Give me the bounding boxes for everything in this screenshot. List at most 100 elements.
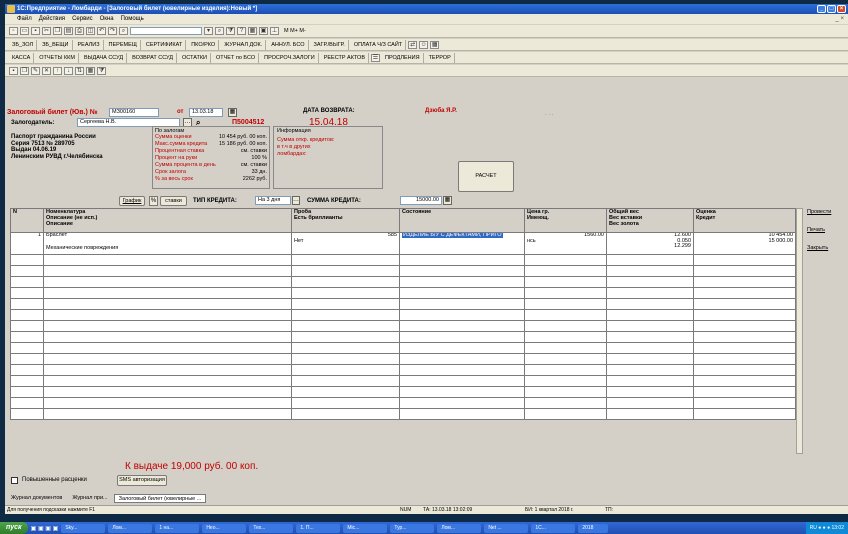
cut-icon[interactable]: ✂ (42, 27, 51, 35)
menu-actions[interactable]: Действия (39, 14, 65, 24)
tb-zb-zol[interactable]: ЗБ_ЗОЛ (9, 39, 38, 50)
sms-auth-button[interactable]: SMS авторизация (117, 475, 167, 486)
memory-buttons[interactable]: М М+ М- (281, 28, 306, 34)
taskbar-item[interactable]: Нео... (202, 523, 247, 533)
maximize-button[interactable]: □ (827, 5, 836, 13)
grid-icon[interactable]: ▦ (430, 40, 440, 49)
cell-proba[interactable]: 585 Нет (291, 232, 400, 255)
credit-type-select-icon[interactable]: … (292, 196, 300, 205)
calc-icon[interactable]: ▣ (259, 27, 268, 35)
quicklaunch-icons[interactable]: ▣ ▣ ▣ ▣ (31, 525, 59, 532)
menu-file[interactable]: Файл (17, 14, 32, 24)
table-row[interactable] (10, 386, 796, 398)
tb-certificate[interactable]: СЕРТИФИКАТ (143, 39, 187, 50)
form-edit-icon[interactable]: ✎ (31, 66, 40, 75)
tb-balances[interactable]: ОСТАТКИ (179, 52, 211, 63)
table-row[interactable] (10, 298, 796, 310)
tb-overdue[interactable]: ПРОСРОЧ.ЗАЛОГИ (261, 52, 319, 63)
copy-icon[interactable]: ❐ (53, 27, 62, 35)
table-row[interactable] (10, 287, 796, 299)
table-row[interactable] (10, 375, 796, 387)
menu-windows[interactable]: Окна (100, 14, 114, 24)
tb-loan-issue[interactable]: ВЫДАЧА ССУД (81, 52, 128, 63)
table-row[interactable] (10, 254, 796, 266)
table-row[interactable] (10, 276, 796, 288)
new-doc-icon[interactable]: ▫ (9, 27, 18, 35)
cell-price[interactable]: 1560.00 нсь (524, 232, 607, 255)
cell-weight[interactable]: 12.600 0.050 12.299 (606, 232, 694, 255)
table-row[interactable] (10, 342, 796, 354)
preview-icon[interactable]: ◫ (86, 27, 95, 35)
tb-pay-site[interactable]: ОПЛАТА Ч/З САЙТ (351, 39, 407, 50)
close-form-button[interactable]: Закрыть (807, 245, 828, 251)
tb-kassa[interactable]: КАССА (9, 52, 35, 63)
help-icon[interactable]: ? (237, 27, 246, 35)
taskbar-item[interactable]: 1 на... (155, 523, 200, 533)
form-up-icon[interactable]: ↑ (53, 66, 62, 75)
cell-estimate[interactable]: 10 454.00 15 000.00 (693, 232, 796, 255)
cell-n[interactable]: 1 (10, 232, 44, 255)
tb-pko-rko[interactable]: ПКО/РКО (188, 39, 220, 50)
taskbar-item[interactable]: 1. П... (296, 523, 341, 533)
table-icon[interactable]: ▦ (248, 27, 257, 35)
table-row[interactable] (10, 265, 796, 277)
cell-name[interactable]: Браслет Механические повреждения (43, 232, 292, 255)
calculate-button[interactable]: РАСЧЕТ (458, 161, 514, 192)
items-table[interactable]: N Номенклатура Описание (не исп.) Описание… (10, 208, 796, 420)
table-row[interactable] (10, 353, 796, 365)
tb-load[interactable]: ЗАГР./ВЫГР. (311, 39, 349, 50)
dropdown-arrow-icon[interactable]: ▾ (204, 27, 213, 35)
table-row[interactable] (10, 364, 796, 376)
clock[interactable]: 13:02 (831, 525, 844, 531)
redo-icon[interactable]: ↷ (108, 27, 117, 35)
tb-bso-report[interactable]: ОТЧЕТ по БСО (213, 52, 260, 63)
schedule-button[interactable]: График (119, 196, 145, 206)
tb-extensions[interactable]: ПРОДЛЕНИЯ (382, 52, 424, 63)
table-row[interactable] (10, 397, 796, 409)
taskbar-item[interactable]: Лом... (437, 523, 482, 533)
col-price[interactable]: Цена гр. Имеющ. (524, 208, 607, 233)
table-row[interactable] (10, 331, 796, 343)
form-down-icon[interactable]: ↓ (64, 66, 73, 75)
find-icon[interactable]: ⌕ (119, 27, 128, 35)
form-copy-icon[interactable]: ❐ (20, 66, 29, 75)
col-proba[interactable]: Проба Есть бриллианты (291, 208, 400, 233)
filter-icon[interactable]: ⧩ (226, 27, 235, 35)
table-scrollbar[interactable] (796, 208, 803, 454)
form-delete-icon[interactable]: ✕ (42, 66, 51, 75)
pin-icon[interactable]: ⊥ (270, 27, 279, 35)
paste-icon[interactable]: ▤ (64, 27, 73, 35)
arrows-icon[interactable]: ⇄ (408, 40, 418, 49)
taskbar-item[interactable]: Sky... (61, 523, 106, 533)
table-row[interactable]: 1 Браслет Механические повреждения 585 Нет… (10, 232, 796, 255)
raised-rates-checkbox[interactable] (11, 477, 18, 484)
col-weight[interactable]: Общий вес Вес вставки Вес золота (606, 208, 694, 233)
table-row[interactable] (10, 320, 796, 332)
open-icon[interactable]: ▭ (20, 27, 29, 35)
close-button[interactable]: × (837, 5, 846, 13)
mdi-controls[interactable]: _ × (835, 14, 844, 24)
minimize-button[interactable]: _ (817, 5, 826, 13)
tb-terror[interactable]: ТЕРРОР (426, 52, 455, 63)
rates-button[interactable]: ставки (160, 196, 187, 206)
form-save-icon[interactable]: ▪ (9, 66, 18, 75)
form-grid-icon[interactable]: ▦ (86, 66, 95, 75)
tb-loan-return[interactable]: ВОЗВРАТ ССУД (129, 52, 177, 63)
print-icon[interactable]: ⎙ (75, 27, 84, 35)
taskbar-item[interactable]: Mic... (343, 523, 388, 533)
search-icon[interactable]: ⌕ (215, 27, 224, 35)
credit-type-field[interactable]: На 3 дня (255, 196, 291, 205)
col-state[interactable]: Состояние (399, 208, 525, 233)
table-row[interactable] (10, 309, 796, 321)
calendar-icon[interactable]: ▦ (228, 108, 237, 117)
taskbar-item[interactable]: Лом... (108, 523, 153, 533)
ticket-date-field[interactable]: 13.03.18 (189, 108, 223, 117)
col-estimate[interactable]: Оценка Кредит (693, 208, 796, 233)
window-tab[interactable]: Журнал при... (68, 494, 111, 503)
taskbar-item[interactable]: 1С... (531, 523, 576, 533)
taskbar-item[interactable]: Тур... (390, 523, 435, 533)
col-name[interactable]: Номенклатура Описание (не исп.) Описание (43, 208, 292, 233)
post-button[interactable]: Провести (807, 209, 831, 215)
print-button[interactable]: Печать (807, 227, 825, 233)
taskbar-item[interactable]: 2018 (578, 523, 609, 533)
